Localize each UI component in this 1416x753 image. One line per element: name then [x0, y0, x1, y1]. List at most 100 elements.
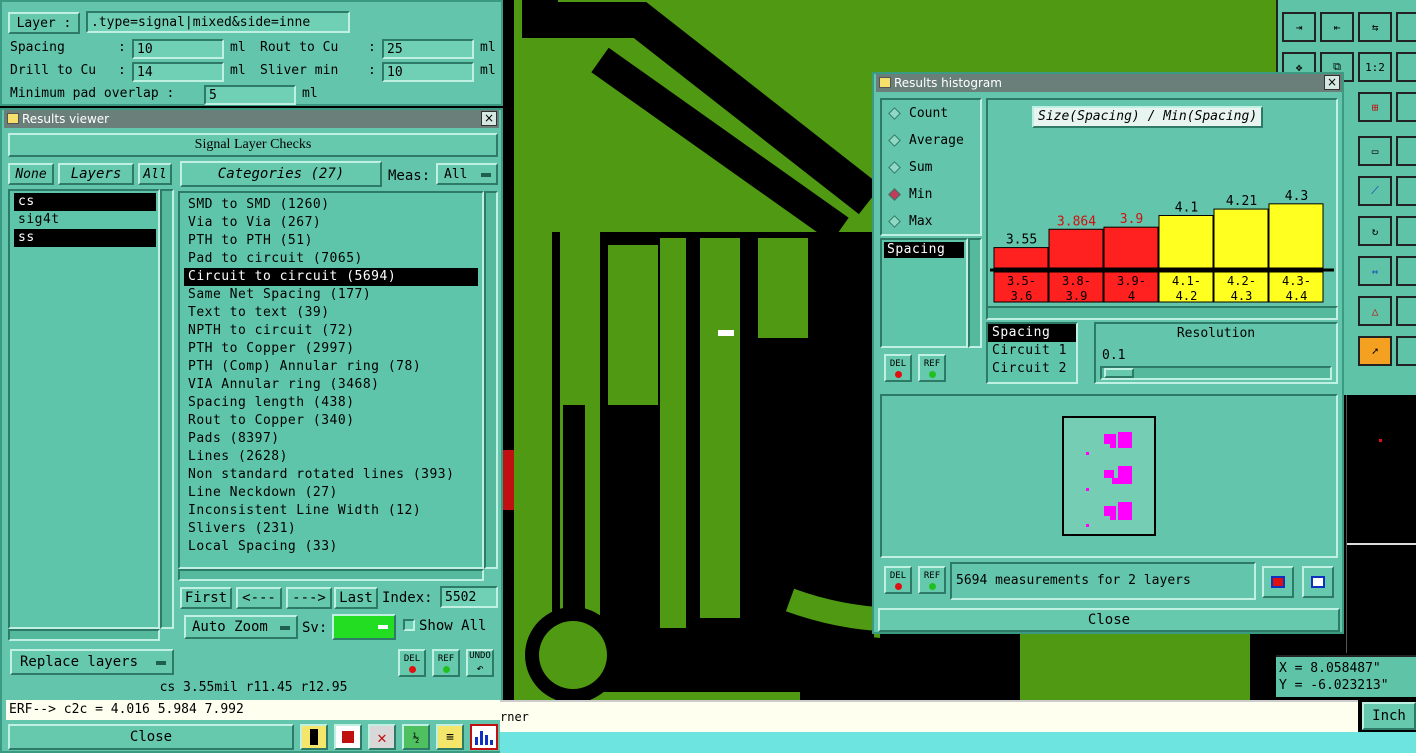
- layers-scrollbar[interactable]: [160, 189, 174, 629]
- category-item[interactable]: Same Net Spacing (177): [184, 286, 482, 304]
- layer-item[interactable]: cs: [14, 193, 156, 211]
- measure-icon[interactable]: [300, 724, 328, 750]
- drill-field[interactable]: 14: [132, 62, 224, 82]
- tool-scale-icon[interactable]: 1:2: [1358, 52, 1392, 82]
- mode-radio-max[interactable]: Max: [882, 208, 980, 235]
- pad-overlap-field[interactable]: 5: [204, 85, 296, 105]
- tool-extra-8-icon[interactable]: [1396, 296, 1416, 326]
- preview-del-button[interactable]: DEL: [884, 566, 912, 594]
- disabled-tool-icon[interactable]: ✕: [368, 724, 396, 750]
- histogram-titlebar[interactable]: Results histogram ×: [876, 74, 1342, 92]
- tool-export-icon[interactable]: ⇤: [1320, 12, 1354, 42]
- mode-radio-sum[interactable]: Sum: [882, 154, 980, 181]
- close-icon[interactable]: ×: [1324, 75, 1340, 90]
- spacing-field[interactable]: 10: [132, 39, 224, 59]
- first-button[interactable]: First: [180, 587, 232, 609]
- category-item[interactable]: NPTH to circuit (72): [184, 322, 482, 340]
- tool-extra-2-icon[interactable]: [1396, 52, 1416, 82]
- measure-list[interactable]: Spacing Circuit 1 Circuit 2: [986, 322, 1078, 384]
- category-item[interactable]: Slivers (231): [184, 520, 482, 538]
- notes-icon[interactable]: ≡: [436, 724, 464, 750]
- unit-button[interactable]: Inch: [1362, 702, 1416, 730]
- spacing-list-item[interactable]: Spacing: [884, 242, 964, 258]
- tool-triangle-icon[interactable]: △: [1358, 296, 1392, 326]
- results-viewer-titlebar[interactable]: Results viewer ×: [4, 110, 499, 128]
- tool-import-icon[interactable]: ⇥: [1282, 12, 1316, 42]
- category-item[interactable]: Text to text (39): [184, 304, 482, 322]
- histogram-bar[interactable]: [1103, 226, 1159, 269]
- layers-hscrollbar[interactable]: [8, 629, 160, 641]
- ref-button[interactable]: REF: [432, 649, 460, 677]
- measure-item[interactable]: Circuit 1: [988, 342, 1076, 360]
- tool-extra-3-icon[interactable]: [1396, 92, 1416, 122]
- tool-extra-7-icon[interactable]: [1396, 256, 1416, 286]
- mode-radio-average[interactable]: Average: [882, 127, 980, 154]
- tool-pad-icon[interactable]: ⊞: [1358, 92, 1392, 122]
- auto-zoom-select[interactable]: Auto Zoom: [184, 615, 298, 639]
- category-item[interactable]: Inconsistent Line Width (12): [184, 502, 482, 520]
- next-button[interactable]: --->: [286, 587, 332, 609]
- overview-map[interactable]: [1346, 395, 1416, 653]
- sliver-field[interactable]: 10: [382, 62, 474, 82]
- category-item[interactable]: Via to Via (267): [184, 214, 482, 232]
- replace-layers-select[interactable]: Replace layers: [10, 649, 174, 675]
- del-button[interactable]: DEL: [398, 649, 426, 677]
- preview-ref-button[interactable]: REF: [918, 566, 946, 594]
- category-item[interactable]: Lines (2628): [184, 448, 482, 466]
- chart-hscrollbar[interactable]: [986, 306, 1338, 320]
- layer-item[interactable]: sig4t: [14, 211, 158, 229]
- measure-item[interactable]: Spacing: [988, 324, 1076, 342]
- layers-list[interactable]: cs sig4t ss: [8, 189, 160, 629]
- tool-extra-5-icon[interactable]: [1396, 176, 1416, 206]
- category-item[interactable]: SMD to SMD (1260): [184, 196, 482, 214]
- measure-list-left[interactable]: Spacing: [880, 238, 968, 348]
- resolution-slider-thumb[interactable]: [1104, 368, 1134, 378]
- categories-button[interactable]: Categories (27): [180, 161, 382, 187]
- all-button[interactable]: All: [138, 163, 172, 185]
- tool-pointer-icon[interactable]: ➚: [1358, 336, 1392, 366]
- histogram-icon[interactable]: [470, 724, 498, 750]
- meas-select[interactable]: All: [436, 163, 498, 185]
- category-item[interactable]: Line Neckdown (27): [184, 484, 482, 502]
- close-icon[interactable]: ×: [481, 111, 497, 126]
- signal-layer-checks-button[interactable]: Signal Layer Checks: [8, 133, 498, 157]
- histogram-close-button[interactable]: Close: [878, 608, 1340, 632]
- category-item[interactable]: VIA Annular ring (3468): [184, 376, 482, 394]
- measure-item[interactable]: Circuit 2: [988, 360, 1076, 378]
- histogram-bar[interactable]: [993, 247, 1049, 269]
- hist-del-button[interactable]: DEL: [884, 354, 912, 382]
- histogram-bar[interactable]: [1158, 215, 1214, 269]
- tool-extra-9-icon[interactable]: [1396, 336, 1416, 366]
- report-icon[interactable]: [334, 724, 362, 750]
- tool-swap-icon[interactable]: ⇆: [1358, 12, 1392, 42]
- tool-ruler-icon[interactable]: ▭: [1358, 136, 1392, 166]
- resolution-slider[interactable]: [1100, 366, 1332, 380]
- zoom-out-icon[interactable]: [1302, 566, 1334, 598]
- last-button[interactable]: Last: [334, 587, 378, 609]
- none-button[interactable]: None: [8, 163, 54, 185]
- layer-button[interactable]: Layer :: [8, 12, 80, 34]
- rout-field[interactable]: 25: [382, 39, 474, 59]
- show-all-checkbox[interactable]: [403, 619, 415, 631]
- tool-extra-4-icon[interactable]: [1396, 136, 1416, 166]
- sv-color-select[interactable]: [332, 614, 396, 640]
- histogram-bar[interactable]: [1048, 228, 1104, 269]
- close-button[interactable]: Close: [8, 724, 294, 750]
- category-item[interactable]: Non standard rotated lines (393): [184, 466, 482, 484]
- tool-node-icon[interactable]: ⟋: [1358, 176, 1392, 206]
- categories-scrollbar[interactable]: [484, 191, 498, 569]
- category-item[interactable]: Pads (8397): [184, 430, 482, 448]
- category-item[interactable]: Circuit to circuit (5694): [184, 268, 478, 286]
- index-field[interactable]: 5502: [440, 586, 498, 608]
- zoom-in-icon[interactable]: [1262, 566, 1294, 598]
- numbers-icon[interactable]: ½: [402, 724, 430, 750]
- histogram-bar[interactable]: [1268, 203, 1324, 269]
- tool-extra-1-icon[interactable]: [1396, 12, 1416, 42]
- tool-extra-6-icon[interactable]: [1396, 216, 1416, 246]
- layer-item[interactable]: ss: [14, 229, 156, 247]
- command-line[interactable]: rner: [500, 700, 1358, 732]
- category-item[interactable]: Spacing length (438): [184, 394, 482, 412]
- category-item[interactable]: Rout to Copper (340): [184, 412, 482, 430]
- category-item[interactable]: Local Spacing (33): [184, 538, 482, 556]
- categories-list[interactable]: SMD to SMD (1260) Via to Via (267) PTH to …: [178, 191, 484, 569]
